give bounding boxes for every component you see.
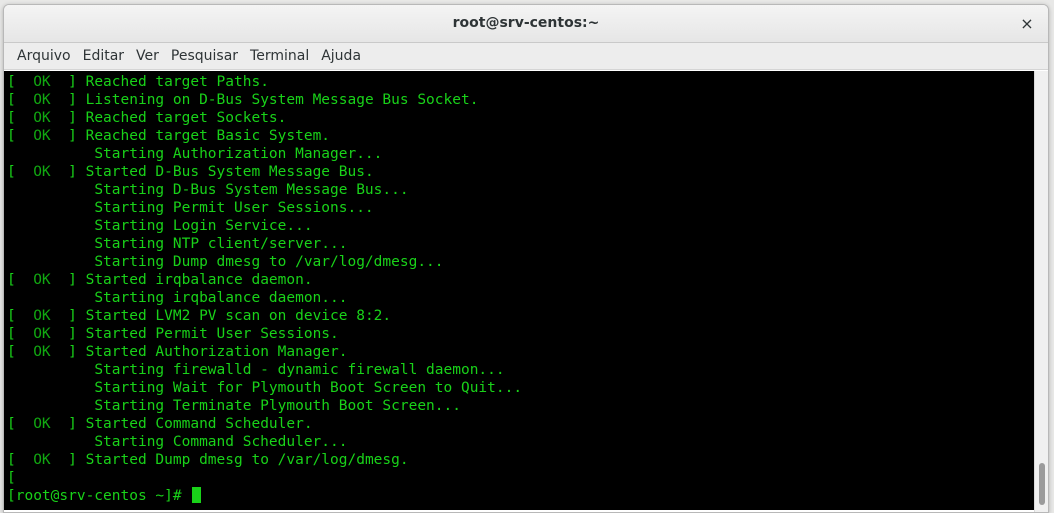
status-ok-badge: OK bbox=[33, 344, 51, 360]
terminal-line: Starting Wait for Plymouth Boot Screen t… bbox=[7, 379, 1034, 397]
line-text: Reached target Basic System. bbox=[85, 128, 331, 144]
terminal-line: [ OK ] Listening on D-Bus System Message… bbox=[7, 92, 479, 108]
line-text: Started Authorization Manager. bbox=[85, 344, 348, 360]
menu-item-terminal[interactable]: Terminal bbox=[245, 48, 314, 64]
line-text: Started D-Bus System Message Bus. bbox=[85, 164, 374, 180]
status-ok-badge: OK bbox=[33, 110, 51, 126]
menu-item-ajuda[interactable]: Ajuda bbox=[316, 48, 366, 64]
line-text: Reached target Paths. bbox=[85, 74, 269, 90]
terminal-line: Starting firewalld - dynamic firewall da… bbox=[7, 361, 1034, 379]
terminal-line: Starting Authorization Manager... bbox=[7, 145, 1034, 163]
terminal-line: [ OK ] Started Dump dmesg to /var/log/dm… bbox=[7, 452, 409, 468]
line-text: Started Permit User Sessions. bbox=[85, 326, 339, 342]
scrollbar[interactable] bbox=[1034, 71, 1048, 512]
line-text: Started Command Scheduler. bbox=[85, 416, 313, 432]
status-ok-badge: OK bbox=[33, 308, 51, 324]
prompt-line[interactable]: [root@srv-centos ~]# bbox=[7, 487, 1034, 505]
menu-item-editar[interactable]: Editar bbox=[78, 48, 129, 64]
line-text: Started irqbalance daemon. bbox=[85, 272, 313, 288]
menu-bar: Arquivo Editar Ver Pesquisar Terminal Ajuda bbox=[4, 43, 1048, 70]
scrollbar-thumb[interactable] bbox=[1039, 463, 1045, 505]
window-title: root@srv-centos:~ bbox=[452, 15, 600, 31]
terminal-line: Starting Dump dmesg to /var/log/dmesg... bbox=[7, 253, 1034, 271]
title-bar[interactable]: root@srv-centos:~ × bbox=[4, 5, 1048, 43]
status-ok-badge: OK bbox=[33, 74, 51, 90]
line-text: Started LVM2 PV scan on device 8:2. bbox=[85, 308, 392, 324]
terminal-line: Starting NTP client/server... bbox=[7, 235, 1034, 253]
terminal-line: [ OK ] Started Authorization Manager. bbox=[7, 344, 348, 360]
terminal-line: Starting Terminate Plymouth Boot Screen.… bbox=[7, 397, 1034, 415]
terminal-output[interactable]: [ OK ] Reached target Paths. [ OK ] Liste… bbox=[4, 71, 1034, 510]
terminal-line: Starting irqbalance daemon... bbox=[7, 289, 1034, 307]
shell-prompt: [root@srv-centos ~]# bbox=[7, 488, 191, 504]
close-icon[interactable]: × bbox=[1016, 13, 1038, 35]
menu-item-pesquisar[interactable]: Pesquisar bbox=[166, 48, 243, 64]
line-text: Starting firewalld - dynamic firewall da… bbox=[94, 362, 505, 378]
cursor-block bbox=[192, 487, 202, 503]
terminal-line: [ OK ] Reached target Basic System. bbox=[7, 128, 331, 144]
status-ok-badge: OK bbox=[33, 128, 51, 144]
terminal-line: [ OK ] Started Command Scheduler. bbox=[7, 416, 313, 432]
terminal-line: [ OK ] Started Permit User Sessions. bbox=[7, 326, 339, 342]
line-text: Listening on D-Bus System Message Bus So… bbox=[85, 92, 479, 108]
terminal-line: [ OK ] Reached target Sockets. bbox=[7, 110, 287, 126]
terminal-line: Starting Command Scheduler... bbox=[7, 433, 1034, 451]
terminal-line: Starting Login Service... bbox=[7, 217, 1034, 235]
terminal-line: Starting Permit User Sessions... bbox=[7, 199, 1034, 217]
status-ok-badge: OK bbox=[33, 92, 51, 108]
terminal-lines: [ OK ] Reached target Paths. [ OK ] Liste… bbox=[4, 71, 1034, 505]
status-ok-badge: OK bbox=[33, 452, 51, 468]
menu-item-arquivo[interactable]: Arquivo bbox=[12, 48, 76, 64]
terminal-line: [ OK ] Reached target Paths. bbox=[7, 74, 269, 90]
line-text: Starting irqbalance daemon... bbox=[94, 290, 348, 306]
menu-item-ver[interactable]: Ver bbox=[131, 48, 164, 64]
line-text: Reached target Sockets. bbox=[85, 110, 287, 126]
line-text: [ bbox=[7, 470, 16, 486]
status-ok-badge: OK bbox=[33, 272, 51, 288]
terminal-line: [ bbox=[7, 469, 1034, 487]
line-text: Starting Permit User Sessions... bbox=[94, 200, 374, 216]
terminal-line: [ OK ] Started irqbalance daemon. bbox=[7, 272, 313, 288]
line-text: Starting Terminate Plymouth Boot Screen.… bbox=[94, 398, 461, 414]
line-text: Starting D-Bus System Message Bus... bbox=[94, 182, 409, 198]
line-text: Starting Wait for Plymouth Boot Screen t… bbox=[94, 380, 523, 396]
terminal-window: root@srv-centos:~ × Arquivo Editar Ver Pesq… bbox=[3, 4, 1049, 513]
terminal-line: [ OK ] Started LVM2 PV scan on device 8:… bbox=[7, 308, 392, 324]
line-text: Starting Dump dmesg to /var/log/dmesg... bbox=[94, 254, 444, 270]
line-text: Started Dump dmesg to /var/log/dmesg. bbox=[85, 452, 409, 468]
line-text: Starting Command Scheduler... bbox=[94, 434, 348, 450]
line-text: Starting Login Service... bbox=[94, 218, 313, 234]
line-text: Starting Authorization Manager... bbox=[94, 146, 383, 162]
line-text: Starting NTP client/server... bbox=[94, 236, 348, 252]
terminal-line: Starting D-Bus System Message Bus... bbox=[7, 181, 1034, 199]
status-ok-badge: OK bbox=[33, 326, 51, 342]
terminal-line: [ OK ] Started D-Bus System Message Bus. bbox=[7, 164, 374, 180]
status-ok-badge: OK bbox=[33, 416, 51, 432]
status-ok-badge: OK bbox=[33, 164, 51, 180]
